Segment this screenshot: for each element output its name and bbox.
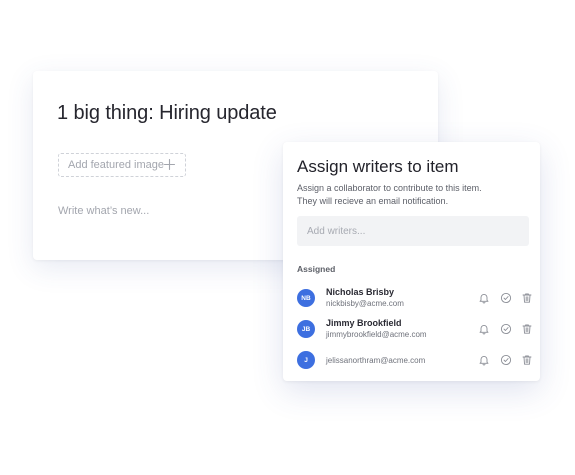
avatar: JB [297, 320, 315, 338]
check-circle-icon[interactable] [500, 323, 512, 335]
writer-row: JB Jimmy Brookfield jimmybrookfield@acme… [297, 318, 533, 342]
panel-description-line: Assign a collaborator to contribute to t… [297, 183, 482, 193]
add-featured-image-button[interactable]: Add featured image [58, 153, 186, 177]
writer-row: J jelissanorthram@acme.com [297, 349, 533, 373]
item-title[interactable]: 1 big thing: Hiring update [57, 102, 277, 125]
writer-name: Jimmy Brookfield [326, 318, 402, 328]
panel-description: Assign a collaborator to contribute to t… [297, 182, 529, 208]
panel-description-line: They will recieve an email notification. [297, 196, 449, 206]
assign-writers-panel: Assign writers to item Assign a collabor… [283, 142, 540, 381]
plus-icon [163, 158, 176, 171]
writer-email: jimmybrookfield@acme.com [326, 330, 427, 339]
check-circle-icon[interactable] [500, 354, 512, 366]
bell-icon[interactable] [478, 292, 490, 304]
check-circle-icon[interactable] [500, 292, 512, 304]
writer-email: jelissanorthram@acme.com [326, 356, 426, 365]
avatar: J [297, 351, 315, 369]
add-featured-image-label: Add featured image [68, 159, 165, 171]
bell-icon[interactable] [478, 354, 490, 366]
avatar: NB [297, 289, 315, 307]
writer-row: NB Nicholas Brisby nickbisby@acme.com [297, 287, 533, 311]
trash-icon[interactable] [521, 292, 533, 304]
writer-email: nickbisby@acme.com [326, 299, 404, 308]
trash-icon[interactable] [521, 354, 533, 366]
panel-title: Assign writers to item [297, 157, 459, 176]
bell-icon[interactable] [478, 323, 490, 335]
body-editor-placeholder[interactable]: Write what’s new... [58, 205, 149, 217]
add-writers-input[interactable] [297, 216, 529, 246]
writer-name: Nicholas Brisby [326, 287, 395, 297]
trash-icon[interactable] [521, 323, 533, 335]
assigned-heading: Assigned [297, 264, 336, 274]
